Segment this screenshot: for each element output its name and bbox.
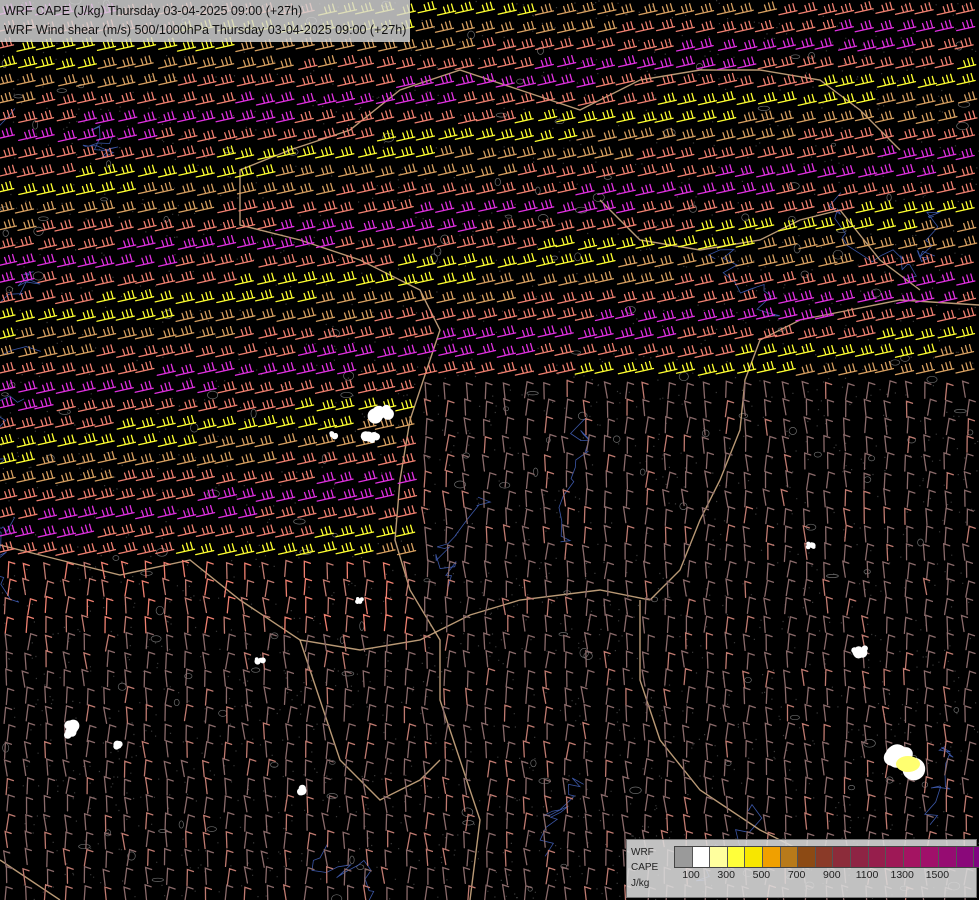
cape-area-low bbox=[333, 433, 338, 437]
cape-area-low bbox=[329, 433, 334, 438]
legend-swatch bbox=[833, 847, 851, 867]
legend-tick-label: 1500 bbox=[925, 869, 950, 881]
legend-swatch bbox=[974, 847, 979, 867]
title-cape: WRF CAPE (J/kg) Thursday 03-04-2025 09:0… bbox=[4, 4, 303, 18]
legend-label-variable: CAPE bbox=[631, 862, 659, 873]
legend-swatch bbox=[762, 847, 781, 867]
cape-area-low bbox=[382, 408, 391, 417]
legend-label-model: WRF bbox=[631, 847, 654, 858]
legend-swatch bbox=[745, 847, 763, 867]
map-title: WRF CAPE (J/kg) Thursday 03-04-2025 09:0… bbox=[0, 0, 411, 42]
legend-swatch bbox=[780, 847, 799, 867]
legend-swatch bbox=[798, 847, 816, 867]
legend-swatch bbox=[921, 847, 939, 867]
legend-tick-label: 700 bbox=[787, 869, 806, 881]
cape-area-low bbox=[254, 658, 261, 665]
cape-area-low bbox=[805, 544, 811, 550]
title-wind-shear: WRF Wind shear (m/s) 500/1000hPa Thursda… bbox=[4, 23, 407, 37]
cape-area-low bbox=[367, 408, 383, 424]
cape-area-moderate bbox=[896, 756, 920, 772]
legend-tick-label: 300 bbox=[717, 869, 735, 881]
legend-swatch bbox=[727, 847, 746, 867]
cape-area-low bbox=[300, 789, 306, 795]
legend-swatch bbox=[938, 847, 957, 867]
legend-swatch bbox=[956, 847, 975, 867]
cape-area-low bbox=[811, 545, 816, 549]
legend-tick-label: 1300 bbox=[890, 869, 914, 881]
cape-area-low bbox=[113, 740, 121, 749]
legend-ticks: 100 300 500 700 900 1100 1300 1500 bbox=[674, 869, 964, 883]
legend-swatch bbox=[850, 847, 869, 867]
cape-area-low bbox=[70, 725, 78, 733]
legend-tick-label: 1100 bbox=[855, 869, 879, 881]
legend-swatch bbox=[710, 847, 728, 867]
cape-legend: WRF CAPE J/kg 100 300 500 700 900 1100 1300 150… bbox=[626, 839, 979, 898]
legend-tick-label: 100 bbox=[682, 869, 700, 881]
legend-tick-label: 500 bbox=[752, 869, 771, 881]
legend-swatch bbox=[868, 847, 887, 867]
weather-map bbox=[0, 0, 979, 900]
cape-area-low bbox=[851, 647, 858, 654]
legend-swatch bbox=[886, 847, 904, 867]
cape-area-low bbox=[369, 437, 375, 444]
legend-swatch bbox=[815, 847, 834, 867]
legend-swatch bbox=[903, 847, 922, 867]
cape-area-low bbox=[358, 598, 361, 601]
legend-label-unit: J/kg bbox=[631, 878, 650, 889]
legend-swatch bbox=[692, 847, 711, 867]
legend-swatch bbox=[675, 847, 693, 867]
legend-tick-label: 900 bbox=[823, 869, 841, 881]
legend-color-scale bbox=[674, 846, 979, 868]
